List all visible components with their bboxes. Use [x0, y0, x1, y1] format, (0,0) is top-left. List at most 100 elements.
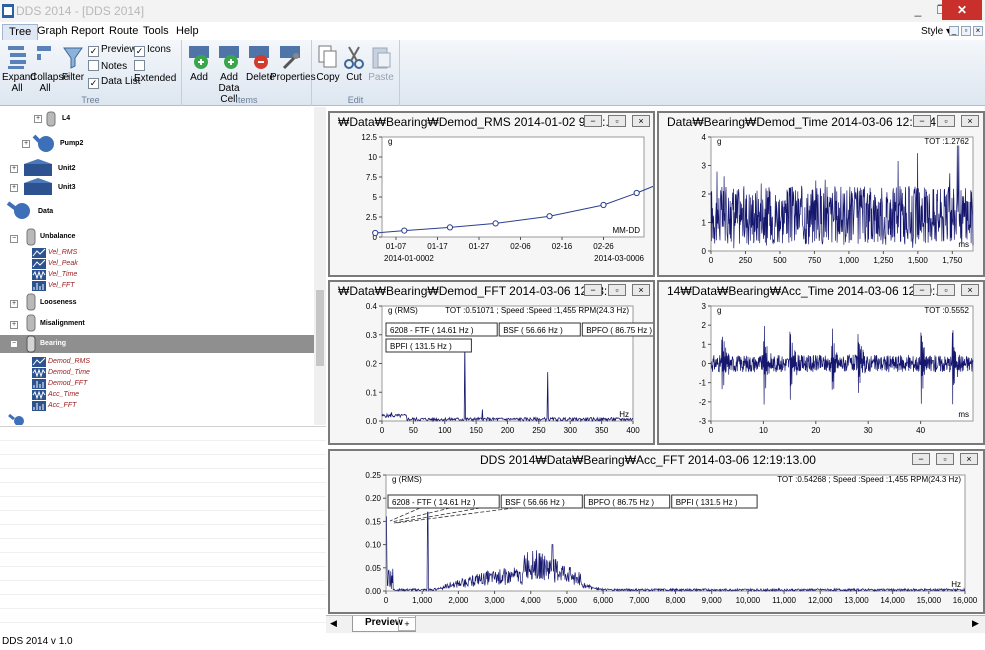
- panel-minimize-button[interactable]: −: [913, 284, 931, 296]
- mdi-restore-button[interactable]: ▫: [961, 26, 971, 36]
- fault-marker-label: BSF ( 56.66 Hz ): [503, 326, 563, 335]
- x-tick-label: 01-27: [469, 242, 490, 251]
- trend-point: [546, 213, 553, 220]
- extended-checkbox[interactable]: Extended: [134, 60, 181, 85]
- x-tick-label: 350: [595, 426, 609, 435]
- x-tick-label: 02-26: [593, 242, 614, 251]
- tree-expander[interactable]: −: [10, 340, 18, 348]
- filter-button[interactable]: Filter: [60, 44, 86, 83]
- mdi-close-button[interactable]: ×: [973, 26, 983, 36]
- preview-checkbox[interactable]: ✓ Preview: [88, 44, 137, 57]
- chart-leaf-icon: [32, 379, 46, 389]
- panel-restore-button[interactable]: ▫: [608, 284, 626, 296]
- tree-node-bearing[interactable]: Bearing: [40, 337, 66, 351]
- chart-panel-demod-rms[interactable]: ₩Data₩Bearing₩Demod_RMS 2014-01-02 9:30:…: [328, 111, 655, 277]
- chart-panel-acc-fft[interactable]: DDS 2014₩Data₩Bearing₩Acc_FFT 2014-03-06…: [328, 449, 985, 614]
- cut-button[interactable]: Cut: [342, 44, 366, 83]
- tree-scrollbar[interactable]: [314, 107, 326, 425]
- x-tick-label: 2,000: [448, 596, 469, 605]
- menu-help[interactable]: Help: [170, 24, 205, 40]
- items-group-label: Items: [235, 95, 258, 105]
- x-tick-label: 16,000: [953, 596, 978, 605]
- tree-expander[interactable]: +: [10, 184, 18, 192]
- x-tick-label: 1,000: [839, 256, 860, 265]
- fault-marker-label: BPFO ( 86.75 Hz ): [588, 498, 654, 507]
- tree-expander[interactable]: +: [22, 140, 30, 148]
- y-axis-label: g: [717, 137, 721, 146]
- y-tick-label: 0.1: [366, 388, 378, 397]
- tree-leaf-acc-fft[interactable]: Acc_FFT: [48, 399, 76, 413]
- y-tick-label: 4: [702, 133, 707, 142]
- panel-title: ₩Data₩Bearing₩Demod_FFT 2014-03-06 12:18…: [338, 284, 618, 298]
- tree-node-l4[interactable]: L4: [62, 112, 70, 126]
- panel-minimize-button[interactable]: −: [584, 115, 602, 127]
- tree-node-misalignment[interactable]: Misalignment: [40, 317, 85, 331]
- tree-node-looseness[interactable]: Looseness: [40, 296, 77, 310]
- panel-minimize-button[interactable]: −: [912, 453, 930, 465]
- add-label: Add: [190, 72, 208, 83]
- panel-close-button[interactable]: ×: [632, 284, 650, 296]
- data-list-checkbox[interactable]: ✓ Data List: [88, 76, 140, 89]
- copy-button[interactable]: Copy: [316, 44, 340, 83]
- tree-node-unit3[interactable]: Unit3: [58, 181, 76, 195]
- tree-expander[interactable]: +: [10, 321, 18, 329]
- status-text: DDS 2014 v 1.0: [2, 636, 73, 647]
- y-tick-label: 12.5: [361, 133, 377, 142]
- panel-minimize-button[interactable]: −: [584, 284, 602, 296]
- panel-close-button[interactable]: ×: [960, 453, 978, 465]
- chart-annotation: TOT :0.54268 ; Speed :Speed :1,455 RPM(2…: [777, 475, 961, 484]
- add-tab-button[interactable]: +: [398, 617, 416, 631]
- fault-marker-label: BPFO ( 86.75 Hz ): [586, 326, 652, 335]
- x-tick-label: 20: [811, 426, 820, 435]
- panel-minimize-button[interactable]: −: [913, 115, 931, 127]
- expand-all-button[interactable]: Expand All: [2, 44, 36, 94]
- add-button[interactable]: Add: [186, 44, 212, 83]
- x-tick-label: 1,000: [412, 596, 433, 605]
- ribbon: Expand All Collapse All Filter ✓ Preview …: [0, 40, 985, 106]
- properties-button[interactable]: Properties: [270, 44, 316, 83]
- y-axis-label: g (RMS): [388, 306, 418, 315]
- tree-node-unbalance[interactable]: Unbalance: [40, 230, 75, 244]
- copy-icon: [318, 45, 337, 68]
- panel-restore-button[interactable]: ▫: [936, 453, 954, 465]
- panel-restore-button[interactable]: ▫: [937, 284, 955, 296]
- tree-scrollbar-thumb[interactable]: [316, 290, 324, 366]
- icons-checkbox[interactable]: ✓ Icons: [134, 44, 171, 57]
- mdi-minimize-button[interactable]: _: [949, 26, 959, 36]
- chart-leaf-icon: [32, 390, 46, 400]
- panel-close-button[interactable]: ×: [632, 115, 650, 127]
- panel-close-button[interactable]: ×: [961, 115, 979, 127]
- x-tick-label: 8,000: [665, 596, 686, 605]
- y-tick-label: 2: [702, 321, 707, 330]
- chart-panel-acc-time[interactable]: 14₩Data₩Bearing₩Acc_Time 2014-03-06 12:1…: [657, 280, 985, 445]
- trend-point: [372, 229, 379, 237]
- delete-button[interactable]: Delete: [246, 44, 275, 83]
- panel-close-button[interactable]: ×: [961, 284, 979, 296]
- x-tick-label: 300: [564, 426, 578, 435]
- x-tick-label: 0: [380, 426, 385, 435]
- tree-expander[interactable]: +: [10, 300, 18, 308]
- x-tick-label: 1,750: [942, 256, 963, 265]
- y-tick-label: 0.15: [365, 517, 381, 526]
- chart-leaf-icon: [32, 259, 46, 269]
- chart-panel-demod-time[interactable]: Data₩Bearing₩Demod_Time 2014-03-06 12:18…: [657, 111, 985, 277]
- panel-header: ₩Data₩Bearing₩Demod_FFT 2014-03-06 12:18…: [330, 282, 653, 300]
- tab-scroll-left-icon[interactable]: ◀: [330, 618, 337, 629]
- chart-annotation: TOT :1.2762: [924, 137, 969, 146]
- chart-panel-demod-fft[interactable]: ₩Data₩Bearing₩Demod_FFT 2014-03-06 12:18…: [328, 280, 655, 445]
- tree-node-unit2[interactable]: Unit2: [58, 162, 76, 176]
- style-menu[interactable]: Style ▾: [921, 26, 951, 37]
- tree-expander[interactable]: +: [10, 165, 18, 173]
- collapse-all-button[interactable]: Collapse All: [30, 44, 69, 94]
- notes-checkbox[interactable]: Notes: [88, 60, 127, 73]
- paste-button[interactable]: Paste: [368, 44, 394, 83]
- tree-leaf-vel-fft[interactable]: Vel_FFT: [48, 279, 75, 293]
- tree-expander[interactable]: +: [34, 115, 42, 123]
- tab-scroll-right-icon[interactable]: ▶: [972, 618, 979, 629]
- tree-node-pump2[interactable]: Pump2: [60, 137, 83, 151]
- panel-restore-button[interactable]: ▫: [608, 115, 626, 127]
- tree-node-data[interactable]: Data: [38, 205, 53, 219]
- close-button[interactable]: ✕: [942, 0, 982, 20]
- panel-restore-button[interactable]: ▫: [937, 115, 955, 127]
- tree-expander[interactable]: −: [10, 235, 18, 243]
